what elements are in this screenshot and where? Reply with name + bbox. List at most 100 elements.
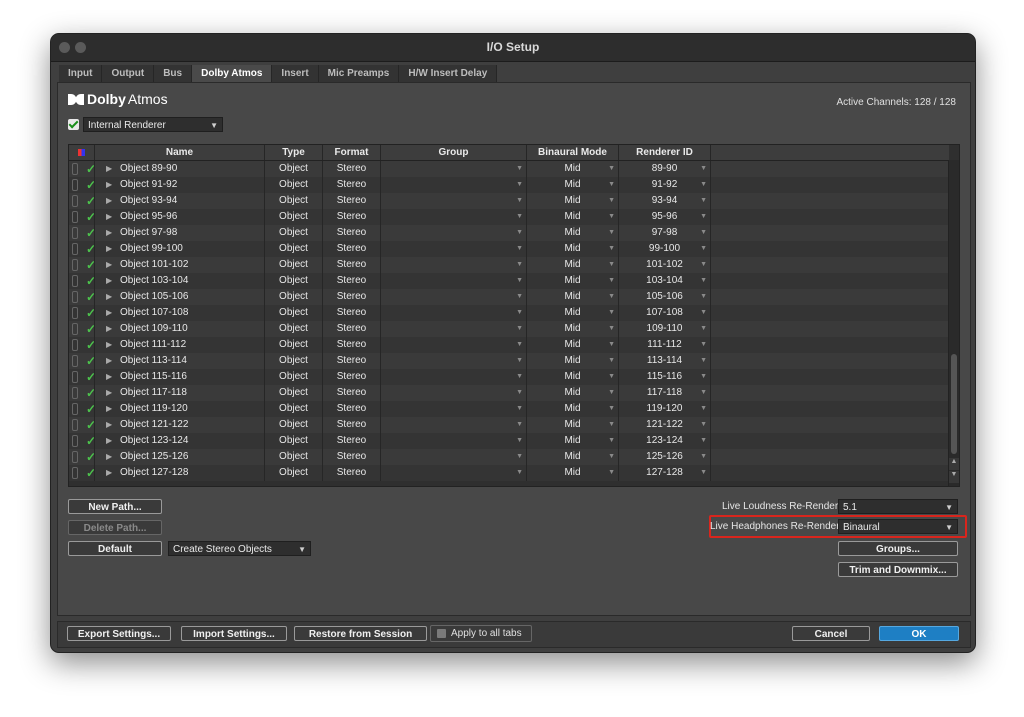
name-cell[interactable]: ▶ Object 99-100 (95, 241, 265, 257)
renderer-id-cell[interactable]: 125-126 ▼ (619, 449, 711, 465)
expand-triangle-icon[interactable]: ▶ (106, 177, 112, 193)
tab-output[interactable]: Output (102, 65, 155, 82)
table-row[interactable]: ✓ ▶ Object 105-106 Object Stereo ▼ Mid ▼ 105-106… (69, 289, 949, 305)
binaural-mode-cell[interactable]: Mid ▼ (527, 177, 619, 193)
name-cell[interactable]: ▶ Object 105-106 (95, 289, 265, 305)
apply-to-all-tabs-checkbox[interactable] (437, 629, 446, 638)
new-path-button[interactable]: New Path... (68, 499, 162, 514)
binaural-mode-cell[interactable]: Mid ▼ (527, 257, 619, 273)
renderer-id-cell[interactable]: 121-122 ▼ (619, 417, 711, 433)
binaural-mode-cell[interactable]: Mid ▼ (527, 385, 619, 401)
expand-triangle-icon[interactable]: ▶ (106, 257, 112, 273)
binaural-mode-cell[interactable]: Mid ▼ (527, 401, 619, 417)
column-header-name[interactable]: Name (95, 145, 265, 160)
group-cell[interactable]: ▼ (381, 305, 527, 321)
scrollbar-thumb[interactable] (951, 354, 957, 454)
group-cell[interactable]: ▼ (381, 289, 527, 305)
renderer-id-cell[interactable]: 127-128 ▼ (619, 465, 711, 481)
name-cell[interactable]: ▶ Object 115-116 (95, 369, 265, 385)
name-cell[interactable]: ▶ Object 101-102 (95, 257, 265, 273)
apply-to-all-tabs-group[interactable]: Apply to all tabs (430, 625, 532, 642)
delete-path-button[interactable]: Delete Path... (68, 520, 162, 535)
binaural-mode-cell[interactable]: Mid ▼ (527, 161, 619, 177)
expand-triangle-icon[interactable]: ▶ (106, 305, 112, 321)
renderer-id-cell[interactable]: 113-114 ▼ (619, 353, 711, 369)
group-cell[interactable]: ▼ (381, 433, 527, 449)
renderer-id-cell[interactable]: 119-120 ▼ (619, 401, 711, 417)
name-cell[interactable]: ▶ Object 111-112 (95, 337, 265, 353)
column-header-renderer-id[interactable]: Renderer ID (619, 145, 711, 160)
group-cell[interactable]: ▼ (381, 369, 527, 385)
binaural-mode-cell[interactable]: Mid ▼ (527, 193, 619, 209)
binaural-mode-cell[interactable]: Mid ▼ (527, 321, 619, 337)
table-row[interactable]: ✓ ▶ Object 97-98 Object Stereo ▼ Mid ▼ 97-98 ▼ (69, 225, 949, 241)
table-row[interactable]: ✓ ▶ Object 93-94 Object Stereo ▼ Mid ▼ 93-94 ▼ (69, 193, 949, 209)
renderer-id-cell[interactable]: 123-124 ▼ (619, 433, 711, 449)
renderer-dropdown[interactable]: Internal Renderer ▼ (83, 117, 223, 132)
table-scrollbar[interactable]: ▲ ▼ (948, 160, 959, 486)
table-row[interactable]: ✓ ▶ Object 111-112 Object Stereo ▼ Mid ▼ 111-112… (69, 337, 949, 353)
renderer-id-cell[interactable]: 107-108 ▼ (619, 305, 711, 321)
groups-button[interactable]: Groups... (838, 541, 958, 556)
expand-triangle-icon[interactable]: ▶ (106, 353, 112, 369)
column-header-format[interactable]: Format (323, 145, 381, 160)
expand-triangle-icon[interactable]: ▶ (106, 289, 112, 305)
expand-triangle-icon[interactable]: ▶ (106, 369, 112, 385)
table-row[interactable]: ✓ ▶ Object 89-90 Object Stereo ▼ Mid ▼ 89-90 ▼ (69, 161, 949, 177)
name-cell[interactable]: ▶ Object 93-94 (95, 193, 265, 209)
column-header-group[interactable]: Group (381, 145, 527, 160)
table-row[interactable]: ✓ ▶ Object 99-100 Object Stereo ▼ Mid ▼ 99-100 ▼ (69, 241, 949, 257)
default-button[interactable]: Default (68, 541, 162, 556)
cancel-button[interactable]: Cancel (792, 626, 870, 641)
binaural-mode-cell[interactable]: Mid ▼ (527, 225, 619, 241)
renderer-id-cell[interactable]: 97-98 ▼ (619, 225, 711, 241)
name-cell[interactable]: ▶ Object 113-114 (95, 353, 265, 369)
renderer-id-cell[interactable]: 95-96 ▼ (619, 209, 711, 225)
scroll-down-icon[interactable]: ▼ (949, 471, 959, 483)
name-cell[interactable]: ▶ Object 107-108 (95, 305, 265, 321)
scroll-up-icon[interactable]: ▲ (949, 458, 959, 470)
table-row[interactable]: ✓ ▶ Object 109-110 Object Stereo ▼ Mid ▼ 109-110… (69, 321, 949, 337)
name-cell[interactable]: ▶ Object 119-120 (95, 401, 265, 417)
expand-triangle-icon[interactable]: ▶ (106, 273, 112, 289)
table-row[interactable]: ✓ ▶ Object 115-116 Object Stereo ▼ Mid ▼ 115-116… (69, 369, 949, 385)
name-cell[interactable]: ▶ Object 91-92 (95, 177, 265, 193)
binaural-mode-cell[interactable]: Mid ▼ (527, 273, 619, 289)
group-cell[interactable]: ▼ (381, 321, 527, 337)
binaural-mode-cell[interactable]: Mid ▼ (527, 465, 619, 481)
name-cell[interactable]: ▶ Object 117-118 (95, 385, 265, 401)
tab-dolby-atmos[interactable]: Dolby Atmos (192, 65, 273, 82)
renderer-id-cell[interactable]: 103-104 ▼ (619, 273, 711, 289)
binaural-mode-cell[interactable]: Mid ▼ (527, 241, 619, 257)
binaural-mode-cell[interactable]: Mid ▼ (527, 353, 619, 369)
expand-triangle-icon[interactable]: ▶ (106, 225, 112, 241)
renderer-id-cell[interactable]: 117-118 ▼ (619, 385, 711, 401)
trim-and-downmix-button[interactable]: Trim and Downmix... (838, 562, 958, 577)
table-row[interactable]: ✓ ▶ Object 91-92 Object Stereo ▼ Mid ▼ 91-92 ▼ (69, 177, 949, 193)
renderer-id-cell[interactable]: 93-94 ▼ (619, 193, 711, 209)
renderer-id-cell[interactable]: 105-106 ▼ (619, 289, 711, 305)
renderer-id-cell[interactable]: 111-112 ▼ (619, 337, 711, 353)
restore-from-session-button[interactable]: Restore from Session (294, 626, 427, 641)
import-settings-button[interactable]: Import Settings... (181, 626, 287, 641)
expand-triangle-icon[interactable]: ▶ (106, 449, 112, 465)
expand-triangle-icon[interactable]: ▶ (106, 161, 112, 177)
group-cell[interactable]: ▼ (381, 257, 527, 273)
name-cell[interactable]: ▶ Object 89-90 (95, 161, 265, 177)
group-cell[interactable]: ▼ (381, 337, 527, 353)
table-row[interactable]: ✓ ▶ Object 119-120 Object Stereo ▼ Mid ▼ 119-120… (69, 401, 949, 417)
name-cell[interactable]: ▶ Object 109-110 (95, 321, 265, 337)
expand-triangle-icon[interactable]: ▶ (106, 321, 112, 337)
table-row[interactable]: ✓ ▶ Object 127-128 Object Stereo ▼ Mid ▼ 127-128… (69, 465, 949, 481)
renderer-id-cell[interactable]: 89-90 ▼ (619, 161, 711, 177)
table-row[interactable]: ✓ ▶ Object 125-126 Object Stereo ▼ Mid ▼ 125-126… (69, 449, 949, 465)
name-cell[interactable]: ▶ Object 127-128 (95, 465, 265, 481)
group-cell[interactable]: ▼ (381, 193, 527, 209)
expand-triangle-icon[interactable]: ▶ (106, 465, 112, 481)
expand-triangle-icon[interactable]: ▶ (106, 433, 112, 449)
expand-triangle-icon[interactable]: ▶ (106, 417, 112, 433)
renderer-id-cell[interactable]: 99-100 ▼ (619, 241, 711, 257)
name-cell[interactable]: ▶ Object 123-124 (95, 433, 265, 449)
group-cell[interactable]: ▼ (381, 449, 527, 465)
binaural-mode-cell[interactable]: Mid ▼ (527, 209, 619, 225)
